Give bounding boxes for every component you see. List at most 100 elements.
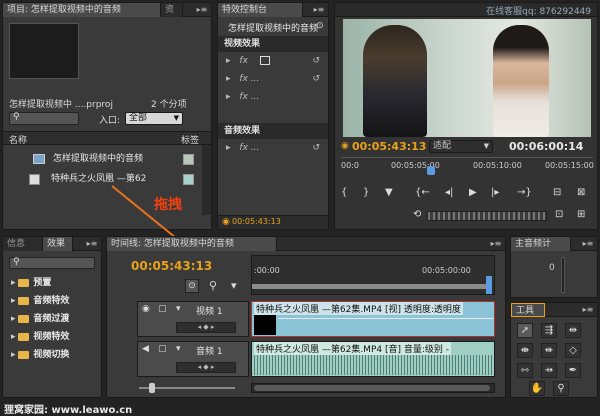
timeline-panel: 时间线: 怎样提取视频中的音频 ▸≡ 00:05:43:13 ⊙ ⚲ ▾ :00… (106, 236, 506, 398)
panel-menu-icon[interactable]: ▸≡ (313, 5, 325, 14)
list-item[interactable]: 怎样提取视频中的音频 (3, 151, 211, 167)
fx-row-time-remap[interactable]: ▸ fx ... (218, 89, 328, 105)
fit-dropdown[interactable]: 适配 ▼ (429, 140, 493, 153)
extract-icon[interactable]: ⊠ (577, 187, 585, 198)
add-marker-icon[interactable]: ▾ (231, 279, 237, 292)
pen-tool-icon[interactable]: ✒ (565, 363, 581, 378)
panel-menu-icon[interactable]: ▸≡ (582, 305, 594, 314)
search-icon: ⚲ (13, 257, 20, 267)
slip-tool-icon[interactable]: ⇿ (517, 363, 533, 378)
reset-icon[interactable]: ↺ (312, 71, 320, 87)
goto-in-icon[interactable]: {← (415, 187, 430, 198)
audio-track-header[interactable]: ◀ ▢ ▾ 音频 1 ◂ ◆ ▸ (137, 341, 249, 377)
rate-stretch-tool-icon[interactable]: ⇺ (541, 343, 557, 358)
lock-icon[interactable]: ▢ (158, 344, 167, 354)
rolling-edit-tool-icon[interactable]: ⇼ (517, 343, 533, 358)
jog-shuttle[interactable] (427, 211, 547, 221)
panel-menu-icon[interactable]: ▸≡ (490, 239, 502, 248)
reset-icon[interactable]: ↺ (312, 140, 320, 156)
video-clip-title: 特种兵之火凤凰 —第62集.MP4 [视] 透明度:透明度 (254, 302, 463, 315)
effect-controls-timecode[interactable]: 00:05:43:13 (232, 217, 281, 226)
step-forward-icon[interactable]: |▸ (491, 187, 499, 198)
video-track-header[interactable]: ◉ ▢ ▾ 视频 1 ◂ ◆ ▸ (137, 301, 249, 337)
track-select-tool-icon[interactable]: ⇶ (541, 323, 557, 338)
snap-icon[interactable]: ⊙ (185, 279, 199, 293)
timeline-timecode[interactable]: 00:05:43:13 (131, 259, 212, 273)
tab-info[interactable]: 信息 (3, 237, 43, 251)
list-item[interactable]: ▸ 音频过渡 (3, 311, 101, 327)
list-item[interactable]: ▸ 视频特效 (3, 329, 101, 345)
ripple-edit-tool-icon[interactable]: ⇹ (565, 323, 581, 338)
collapse-arrow-icon[interactable]: ▾ (176, 344, 181, 354)
tab-audio-master[interactable]: 主音频计 (511, 237, 571, 251)
tab-project[interactable]: 项目: 怎样提取视频中的音频 (3, 3, 161, 17)
tab-resource[interactable]: 资 (161, 3, 183, 17)
fx-row-motion[interactable]: ▸ fx ↺ (218, 53, 328, 69)
slide-tool-icon[interactable]: ⇸ (541, 363, 557, 378)
audio-clip[interactable]: 特种兵之火凤凰 —第62集.MP4 [音] 音量:级别 - (251, 341, 495, 377)
video-clip[interactable]: 特种兵之火凤凰 —第62集.MP4 [视] 透明度:透明度 (251, 301, 495, 337)
reset-icon[interactable]: ↺ (312, 53, 320, 69)
selection-tool-icon[interactable]: ➚ (517, 323, 533, 338)
set-marker-icon[interactable]: ▼ (385, 187, 393, 198)
audio-master-panel: 主音频计 ▸≡ 0 (510, 236, 598, 298)
panel-menu-icon[interactable]: ▸≡ (582, 239, 594, 248)
list-item[interactable]: 特种兵之火凤凰 —第62 (3, 171, 211, 187)
search-input[interactable]: ⚲ (9, 112, 79, 125)
tab-tools[interactable]: 工具 (511, 303, 545, 317)
step-back-icon[interactable]: ◂| (445, 187, 453, 198)
program-current-timecode[interactable]: 00:05:43:13 (352, 140, 426, 153)
timeline-ruler[interactable]: :00:00 00:05:00:00 (251, 255, 495, 295)
entry-dropdown[interactable]: 全部 ▼ (125, 112, 183, 125)
collapse-arrow-icon[interactable]: ▾ (176, 304, 181, 314)
lift-icon[interactable]: ⊟ (553, 187, 561, 198)
fx-row-opacity[interactable]: ▸ fx ... ↺ (218, 71, 328, 87)
column-label-header[interactable]: 标签 (181, 133, 199, 146)
tab-effect-controls[interactable]: 特效控制台 (218, 3, 303, 17)
lock-icon[interactable]: ▢ (158, 304, 167, 314)
column-name-header[interactable]: 名称 (9, 133, 27, 146)
playhead-marker[interactable] (427, 166, 435, 175)
list-item[interactable]: ▸ 预置 (3, 275, 101, 291)
keyframe-nav[interactable]: ◂ ◆ ▸ (176, 322, 236, 333)
loop-icon[interactable]: ⟲ (413, 209, 421, 220)
mark-in-icon[interactable]: { (341, 187, 347, 198)
list-item[interactable]: ▸ 音频特效 (3, 293, 101, 309)
folder-label: 音频过渡 (33, 314, 70, 324)
zoom-handle[interactable] (149, 383, 155, 393)
collapse-icon[interactable]: ⊙ (316, 21, 324, 31)
project-scrollbar[interactable] (202, 145, 211, 215)
transport-row-2: ⟲ ⊡ ⊞ (341, 209, 593, 225)
play-icon[interactable]: ▶ (469, 187, 477, 198)
eye-icon[interactable]: ◉ (142, 304, 150, 314)
export-frame-icon[interactable]: ⊡ (555, 209, 563, 220)
tab-effects[interactable]: 效果 (43, 237, 73, 251)
mark-out-icon[interactable]: } (363, 187, 369, 198)
timeline-playhead[interactable] (486, 276, 492, 294)
tab-timeline[interactable]: 时间线: 怎样提取视频中的音频 (107, 237, 277, 251)
meter-level-label: 0 (549, 263, 555, 273)
list-item[interactable]: ▸ 视频切换 (3, 347, 101, 363)
speaker-icon[interactable]: ◀ (142, 344, 149, 354)
razor-tool-icon[interactable]: ◇ (565, 343, 581, 358)
folder-icon (18, 314, 30, 323)
panel-menu-icon[interactable]: ▸≡ (86, 239, 98, 248)
panel-menu-icon[interactable]: ▸≡ (196, 5, 208, 14)
effect-controls-panel: 特效控制台 ▸≡ 怎样提取视频中的音频 ⊙ 视频效果 ▸ fx ↺ ▸ fx .… (217, 2, 329, 230)
timeline-scrollbar[interactable] (251, 383, 495, 393)
video-effects-header[interactable]: 视频效果 (218, 36, 328, 52)
fx-row-volume[interactable]: ▸ fx ... ↺ (218, 140, 328, 156)
effects-search-input[interactable]: ⚲ (9, 257, 95, 269)
effects-browser-tabbar: 信息 效果 ▸≡ (3, 237, 101, 251)
opacity-line[interactable] (278, 318, 494, 319)
marker-icon[interactable]: ⚲ (209, 279, 217, 292)
program-time-ruler[interactable]: 00:0 00:05:05:00 00:05:10:00 00:05:15:00 (341, 157, 594, 177)
goto-out-icon[interactable]: →} (517, 187, 532, 198)
zoom-tool-icon[interactable]: ⚲ (553, 381, 569, 396)
keyframe-nav[interactable]: ◂ ◆ ▸ (176, 362, 236, 373)
hand-tool-icon[interactable]: ✋ (529, 381, 545, 396)
work-area-bar[interactable] (252, 284, 492, 289)
audio-effects-header[interactable]: 音频效果 (218, 123, 328, 139)
timeline-zoom-slider[interactable] (133, 383, 243, 393)
safe-margins-icon[interactable]: ⊞ (577, 209, 585, 220)
